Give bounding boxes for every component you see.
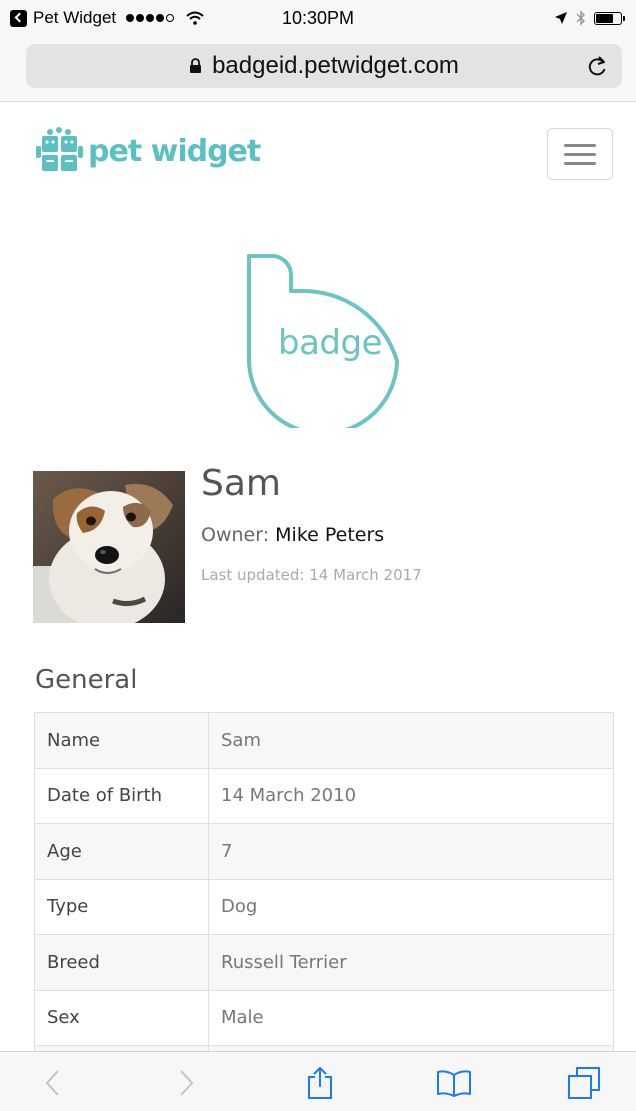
row-label: Date of Birth [34, 767, 209, 824]
table-row: Sex Male [34, 989, 614, 1046]
site-logo[interactable]: pet widget [36, 126, 261, 176]
row-value: 14 March 2010 [208, 767, 614, 824]
back-icon [45, 1070, 59, 1096]
logo-text: pet widget [88, 133, 261, 169]
owner-line: Owner: Mike Peters [201, 524, 384, 546]
dog-photo-image [33, 471, 185, 623]
browser-toolbar [0, 1051, 636, 1111]
table-row: Age 7 [34, 823, 614, 880]
bluetooth-icon [576, 10, 585, 26]
row-value: Russell Terrier [208, 934, 614, 991]
row-value: 7 [208, 823, 614, 880]
forward-button[interactable] [167, 1064, 207, 1102]
battery-icon [594, 11, 625, 25]
table-row: Breed Russell Terrier [34, 934, 614, 991]
general-section-title: General [35, 665, 138, 695]
owner-name: Mike Peters [275, 524, 385, 546]
owner-label: Owner: [201, 524, 270, 546]
tabs-icon [568, 1067, 600, 1099]
pet-name: Sam [201, 463, 281, 504]
lock-icon [190, 58, 202, 73]
row-value: Sam [208, 712, 614, 769]
location-icon [555, 12, 567, 24]
menu-line [564, 161, 596, 165]
table-row: Name Sam [34, 712, 614, 769]
address-bar[interactable]: badgeid.petwidget.com [26, 44, 622, 88]
reload-icon[interactable] [586, 54, 608, 78]
last-updated: Last updated: 14 March 2017 [201, 566, 422, 584]
share-icon [308, 1066, 332, 1099]
forward-icon [180, 1070, 194, 1096]
status-right [554, 10, 625, 26]
row-label: Type [34, 878, 209, 935]
badge-logo: badge [246, 253, 402, 436]
table-row: Date of Birth 14 March 2010 [34, 767, 614, 824]
browser-address-area: badgeid.petwidget.com [0, 40, 636, 102]
row-label: Name [34, 712, 209, 769]
menu-line [564, 152, 596, 156]
row-label: Sex [34, 989, 209, 1046]
share-button[interactable] [300, 1064, 340, 1102]
general-info-table: Name Sam Date of Birth 14 March 2010 Age… [34, 712, 614, 1102]
bookmarks-button[interactable] [434, 1064, 474, 1102]
pet-widget-logo-icon [36, 127, 83, 171]
pet-photo [33, 471, 185, 623]
tabs-button[interactable] [564, 1064, 604, 1102]
screen: Pet Widget 10:30PM badgeid.petwidget.com… [0, 0, 636, 1111]
menu-line [564, 143, 596, 147]
badge-logo-text: badge [278, 323, 383, 363]
site-header: pet widget [0, 103, 636, 213]
menu-button[interactable] [547, 128, 613, 180]
status-bar: Pet Widget 10:30PM [0, 0, 636, 40]
table-row: Type Dog [34, 878, 614, 935]
status-time: 10:30PM [281, 8, 355, 28]
row-label: Breed [34, 934, 209, 991]
row-value: Male [208, 989, 614, 1046]
bookmarks-icon [437, 1070, 471, 1097]
row-value: Dog [208, 878, 614, 935]
row-label: Age [34, 823, 209, 880]
address-url[interactable]: badgeid.petwidget.com [212, 52, 459, 80]
back-button[interactable] [32, 1064, 72, 1102]
